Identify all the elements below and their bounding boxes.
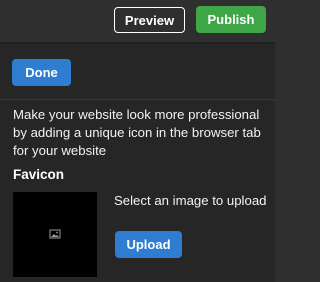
upload-button[interactable]: Upload — [115, 231, 182, 258]
image-placeholder-icon — [49, 229, 61, 239]
panel-divider — [0, 99, 275, 100]
favicon-preview — [13, 192, 97, 277]
favicon-panel: Done Make your website look more profess… — [0, 44, 275, 282]
favicon-description: Make your website look more professional… — [13, 107, 261, 158]
publish-button[interactable]: Publish — [196, 6, 266, 33]
top-toolbar: Preview Publish — [0, 0, 275, 42]
done-button[interactable]: Done — [12, 59, 71, 86]
favicon-heading: Favicon — [13, 167, 65, 182]
select-image-text: Select an image to upload — [114, 193, 267, 208]
preview-button[interactable]: Preview — [114, 7, 185, 33]
